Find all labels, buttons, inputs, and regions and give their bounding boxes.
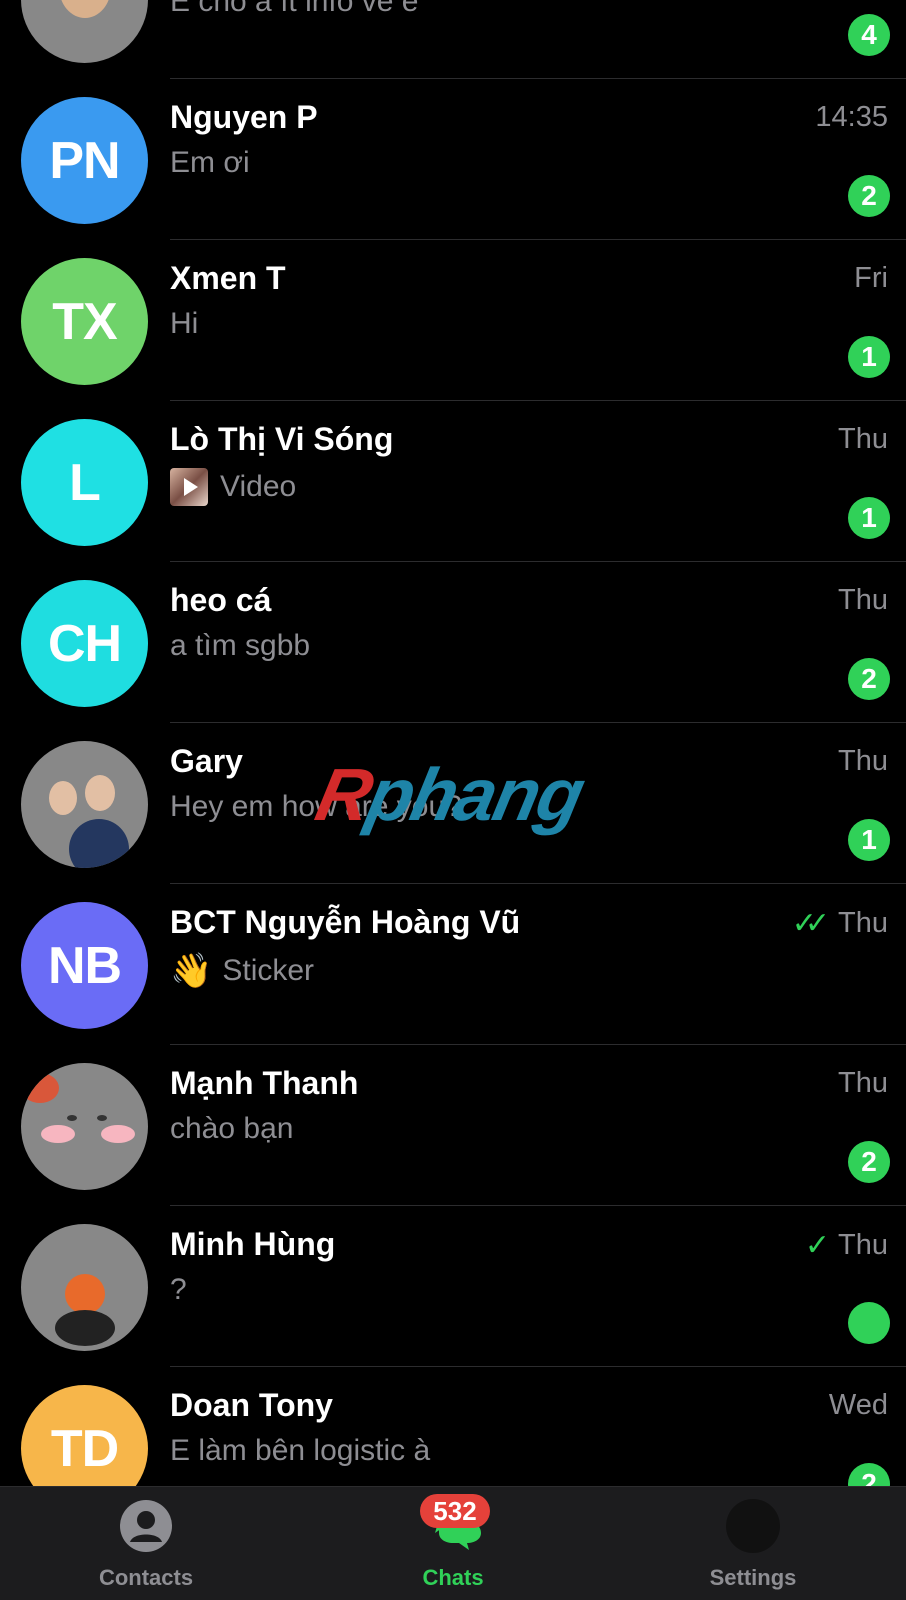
tab-settings-label: Settings — [709, 1565, 797, 1590]
chat-time-text: Thu — [838, 1067, 888, 1099]
message-preview: Hi — [170, 307, 198, 341]
chat-row[interactable]: Minh Hùng? ✓ Thu — [0, 1206, 906, 1367]
avatar-initials: L — [21, 419, 148, 546]
avatar — [21, 0, 148, 63]
chat-row[interactable]: NB BCT Nguyễn Hoàng Vũ 👋 Sticker ✓✓ Thu — [0, 884, 906, 1045]
chat-row[interactable]: L Lò Thị Vi Sóng Video Thu 1 — [0, 401, 906, 562]
chat-time-text: Wed — [828, 1389, 888, 1421]
chat-time: 14:35 — [815, 101, 888, 134]
chat-time-text: Fri — [854, 262, 888, 294]
check-icon: ✓ — [804, 1229, 831, 1262]
unread-badge: 1 — [848, 336, 890, 378]
chat-time: Thu — [838, 745, 888, 778]
message-preview-text: E cho a ít info về e — [170, 0, 419, 18]
unread-badge: 4 — [848, 14, 890, 56]
message-preview: a tìm sgbb — [170, 629, 310, 663]
avatar — [21, 1063, 148, 1190]
unread-badge: 2 — [848, 658, 890, 700]
message-preview: Em ơi — [170, 146, 250, 180]
message-preview-text: Hi — [170, 307, 199, 340]
chat-time: ✓✓ Thu — [792, 906, 888, 941]
chat-time: ✓ Thu — [805, 1228, 888, 1263]
avatar-initials: TX — [21, 258, 148, 385]
chat-name: Lò Thị Vi Sóng — [170, 421, 394, 457]
watermark: Rphang — [309, 752, 590, 837]
chat-name: heo cá — [170, 582, 272, 618]
avatar-initials: PN — [21, 97, 148, 224]
message-preview-text: Video — [220, 470, 297, 503]
avatar — [21, 1224, 148, 1351]
chat-name: Gary — [170, 743, 243, 779]
chat-time: Thu — [838, 423, 888, 456]
chat-name: Nguyen P — [170, 99, 318, 135]
unread-badge: 2 — [848, 1463, 890, 1486]
message-preview-text: E làm bên logistic à — [170, 1434, 431, 1467]
message-preview-text: a tìm sgbb — [170, 629, 311, 662]
watermark-text: phang — [360, 753, 591, 836]
chat-time: Wed — [829, 1389, 888, 1422]
message-preview: E làm bên logistic à — [170, 1434, 430, 1468]
person-icon — [120, 1500, 172, 1552]
message-preview: Video — [170, 468, 296, 506]
message-preview-text: chào bạn — [170, 1112, 294, 1145]
chat-time-text: Thu — [838, 1229, 888, 1261]
message-preview-text: Sticker — [222, 954, 315, 987]
chat-time-text: Thu — [838, 584, 888, 616]
chat-row[interactable]: TD Doan Tony E làm bên logistic à Wed 2 — [0, 1367, 906, 1486]
tab-settings[interactable]: Settings — [653, 1487, 853, 1600]
chat-row[interactable]: PN Nguyen P Em ơi 14:35 2 — [0, 79, 906, 240]
chat-name: BCT Nguyễn Hoàng Vũ — [170, 904, 521, 940]
unread-badge: 1 — [848, 819, 890, 861]
chat-name: Xmen T — [170, 260, 286, 296]
telegram-chat-screen: E cho a ít info về e 4 PN Nguyen P Em ơi 14:3… — [0, 0, 906, 1600]
chat-row[interactable]: Mạnh Thanh chào bạn Thu 2 — [0, 1045, 906, 1206]
unread-badge: 2 — [848, 175, 890, 217]
avatar — [21, 741, 148, 868]
unread-badge: 1 — [848, 497, 890, 539]
message-preview-text: ? — [170, 1273, 187, 1306]
chat-time-text: Thu — [838, 423, 888, 455]
message-preview: E cho a ít info về e — [170, 0, 418, 19]
chat-list[interactable]: E cho a ít info về e 4 PN Nguyen P Em ơi 14:3… — [0, 0, 906, 1486]
wave-emoji-icon: 👋 — [170, 952, 213, 990]
unread-dot — [848, 1302, 890, 1344]
chat-time-text: 14:35 — [815, 101, 888, 133]
chat-time: Thu — [838, 584, 888, 617]
chat-row[interactable]: TX Xmen T Hi Fri 1 — [0, 240, 906, 401]
chat-time-text: Thu — [838, 907, 888, 939]
chat-name: Doan Tony — [170, 1387, 333, 1423]
avatar-initials: TD — [21, 1385, 148, 1486]
chats-unread-badge: 532 — [420, 1494, 490, 1528]
double-check-icon: ✓✓ — [791, 907, 830, 940]
profile-avatar-icon — [726, 1499, 780, 1553]
chat-time: Fri — [854, 262, 888, 295]
message-preview: 👋 Sticker — [170, 951, 314, 991]
video-thumbnail-icon — [170, 468, 208, 506]
chat-row[interactable]: E cho a ít info về e 4 — [0, 0, 906, 79]
message-preview: ? — [170, 1273, 187, 1307]
chat-row[interactable]: CH heo cá a tìm sgbb Thu 2 — [0, 562, 906, 723]
tab-contacts[interactable]: Contacts — [46, 1487, 246, 1600]
chat-name: Minh Hùng — [170, 1226, 336, 1262]
avatar-initials: CH — [21, 580, 148, 707]
avatar-initials: NB — [21, 902, 148, 1029]
message-preview: chào bạn — [170, 1112, 293, 1146]
tab-chats-label: Chats — [422, 1565, 484, 1590]
chat-time-text: Thu — [838, 745, 888, 777]
unread-badge: 2 — [848, 1141, 890, 1183]
chat-time: Thu — [838, 1067, 888, 1100]
message-preview-text: Em ơi — [170, 146, 250, 179]
tab-contacts-label: Contacts — [98, 1565, 194, 1590]
chat-name: Mạnh Thanh — [170, 1065, 359, 1101]
